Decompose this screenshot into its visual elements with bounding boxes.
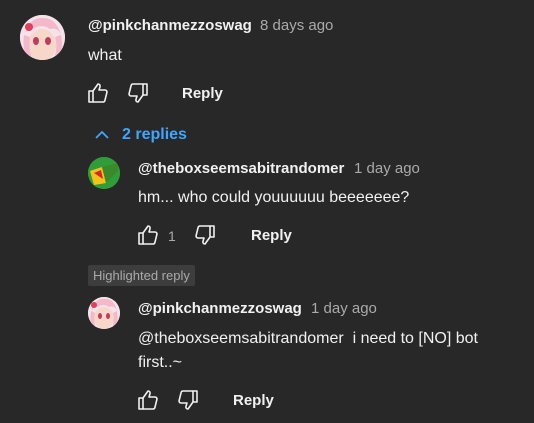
reply-text: hm... who could youuuuuu beeeeeee? bbox=[138, 189, 410, 206]
highlighted-reply-badge: Highlighted reply bbox=[88, 265, 195, 286]
dislike-button[interactable] bbox=[176, 388, 200, 412]
replies-toggle[interactable]: 2 replies bbox=[94, 126, 187, 144]
avatar[interactable] bbox=[88, 297, 120, 329]
thumbs-up-icon bbox=[138, 390, 158, 410]
thumbs-down-icon bbox=[128, 83, 148, 103]
comment-time[interactable]: 8 days ago bbox=[260, 17, 333, 34]
like-button[interactable] bbox=[86, 81, 110, 105]
chevron-up-icon bbox=[95, 130, 109, 139]
dislike-button[interactable] bbox=[126, 81, 150, 105]
like-button[interactable] bbox=[136, 223, 160, 247]
comment-author[interactable]: @pinkchanmezzoswag bbox=[88, 17, 252, 34]
reply-author[interactable]: @pinkchanmezzoswag bbox=[138, 300, 302, 317]
comment-text: what bbox=[88, 47, 122, 64]
reply-button[interactable]: Reply bbox=[182, 85, 223, 102]
like-count: 1 bbox=[168, 228, 176, 244]
dislike-button[interactable] bbox=[193, 223, 217, 247]
reply-button[interactable]: Reply bbox=[233, 392, 274, 409]
reply-time[interactable]: 1 day ago bbox=[354, 160, 420, 177]
reply-author[interactable]: @theboxseemsabitrandomer bbox=[138, 160, 344, 177]
avatar[interactable] bbox=[88, 157, 120, 189]
reply-button[interactable]: Reply bbox=[251, 227, 292, 244]
reply-time[interactable]: 1 day ago bbox=[311, 300, 377, 317]
reply-text-line-1: @theboxseemsabitrandomer i need to [NO] … bbox=[138, 330, 478, 347]
like-button[interactable] bbox=[136, 388, 160, 412]
thumbs-down-icon bbox=[178, 390, 198, 410]
thumbs-down-icon bbox=[195, 225, 215, 245]
replies-toggle-label: 2 replies bbox=[122, 126, 187, 143]
thumbs-up-icon bbox=[88, 83, 108, 103]
reply-text-line-2: first..~ bbox=[138, 354, 183, 371]
thumbs-up-icon bbox=[138, 225, 158, 245]
avatar[interactable] bbox=[20, 15, 65, 60]
